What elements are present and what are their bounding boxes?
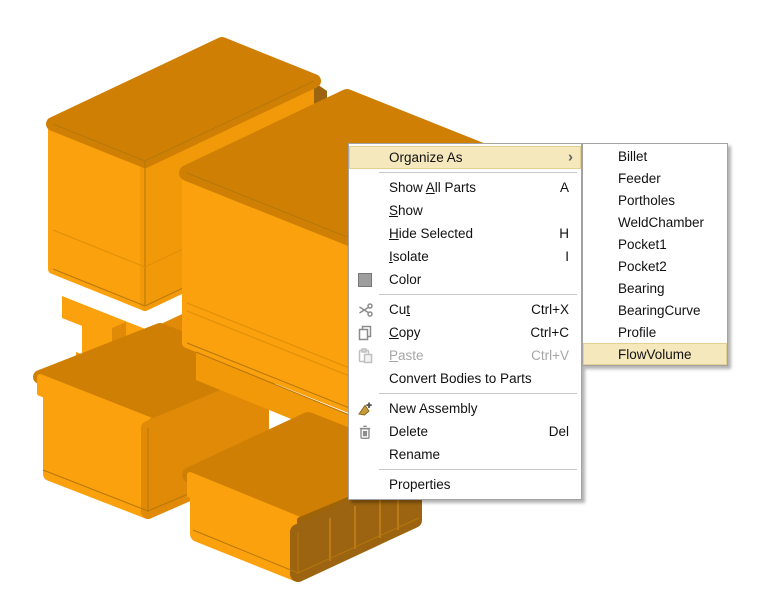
menu-item-portholes[interactable]: Portholes xyxy=(583,189,727,211)
menu-item-rename[interactable]: Rename xyxy=(349,443,581,466)
menu-item-new-assembly[interactable]: New Assembly xyxy=(349,397,581,420)
menu-item-flowvolume[interactable]: FlowVolume xyxy=(583,343,727,365)
menu-item-convert-bodies-to-parts[interactable]: Convert Bodies to Parts xyxy=(349,367,581,390)
menu-item-label: Delete xyxy=(389,424,428,439)
menu-item-label: Billet xyxy=(618,149,647,164)
menu-separator xyxy=(379,172,577,173)
menu-item-bearing[interactable]: Bearing xyxy=(583,277,727,299)
menu-item-label: Feeder xyxy=(618,171,661,186)
menu-item-copy[interactable]: Copy Ctrl+C xyxy=(349,321,581,344)
menu-item-label: Organize As xyxy=(389,150,463,165)
menu-item-label: Hide Selected xyxy=(389,226,473,241)
menu-item-color[interactable]: Color xyxy=(349,268,581,291)
menu-item-paste: Paste Ctrl+V xyxy=(349,344,581,367)
menu-item-cut[interactable]: Cut Ctrl+X xyxy=(349,298,581,321)
menu-item-properties[interactable]: Properties xyxy=(349,473,581,496)
menu-item-feeder[interactable]: Feeder xyxy=(583,167,727,189)
menu-shortcut: Ctrl+X xyxy=(531,302,569,317)
menu-item-label: Show xyxy=(389,203,423,218)
menu-item-label: Bearing xyxy=(618,281,665,296)
menu-item-billet[interactable]: Billet xyxy=(583,145,727,167)
menu-separator xyxy=(379,294,577,295)
menu-item-label: Portholes xyxy=(618,193,675,208)
organize-as-submenu: Billet Feeder Portholes WeldChamber Pocket1 P… xyxy=(582,143,728,366)
menu-item-label: New Assembly xyxy=(389,401,478,416)
menu-item-label: Copy xyxy=(389,325,421,340)
menu-separator xyxy=(379,393,577,394)
menu-item-show-all-parts[interactable]: Show All Parts A xyxy=(349,176,581,199)
menu-item-pocket2[interactable]: Pocket2 xyxy=(583,255,727,277)
menu-item-label: WeldChamber xyxy=(618,215,704,230)
menu-separator xyxy=(379,469,577,470)
paste-icon xyxy=(356,347,374,365)
menu-item-label: Profile xyxy=(618,325,656,340)
menu-item-organize-as[interactable]: Organize As › xyxy=(349,146,581,169)
menu-item-label: Convert Bodies to Parts xyxy=(389,371,532,386)
trash-icon xyxy=(356,423,374,441)
menu-item-label: FlowVolume xyxy=(618,347,692,362)
menu-item-label: Paste xyxy=(389,348,424,363)
menu-item-show[interactable]: Show xyxy=(349,199,581,222)
menu-shortcut: Del xyxy=(549,424,569,439)
menu-item-delete[interactable]: Delete Del xyxy=(349,420,581,443)
menu-shortcut: Ctrl+V xyxy=(531,348,569,363)
menu-item-pocket1[interactable]: Pocket1 xyxy=(583,233,727,255)
menu-item-label: Isolate xyxy=(389,249,429,264)
copy-icon xyxy=(356,324,374,342)
color-swatch-icon xyxy=(356,271,374,289)
menu-item-label: Properties xyxy=(389,477,451,492)
submenu-arrow-icon: › xyxy=(568,149,573,164)
menu-item-isolate[interactable]: Isolate I xyxy=(349,245,581,268)
menu-item-hide-selected[interactable]: Hide Selected H xyxy=(349,222,581,245)
menu-shortcut: H xyxy=(559,226,569,241)
menu-item-label: Cut xyxy=(389,302,410,317)
menu-shortcut: Ctrl+C xyxy=(530,325,569,340)
menu-item-label: BearingCurve xyxy=(618,303,701,318)
menu-item-bearingcurve[interactable]: BearingCurve xyxy=(583,299,727,321)
menu-item-profile[interactable]: Profile xyxy=(583,321,727,343)
menu-shortcut: A xyxy=(560,180,569,195)
menu-item-label: Pocket2 xyxy=(618,259,667,274)
menu-item-label: Rename xyxy=(389,447,440,462)
menu-item-weldchamber[interactable]: WeldChamber xyxy=(583,211,727,233)
scissors-icon xyxy=(356,301,374,319)
menu-item-label: Pocket1 xyxy=(618,237,667,252)
menu-shortcut: I xyxy=(565,249,569,264)
menu-item-label: Show All Parts xyxy=(389,180,476,195)
context-menu: Organize As › Show All Parts A Show Hide Sele… xyxy=(348,143,582,500)
new-assembly-icon xyxy=(356,400,374,418)
menu-item-label: Color xyxy=(389,272,421,287)
